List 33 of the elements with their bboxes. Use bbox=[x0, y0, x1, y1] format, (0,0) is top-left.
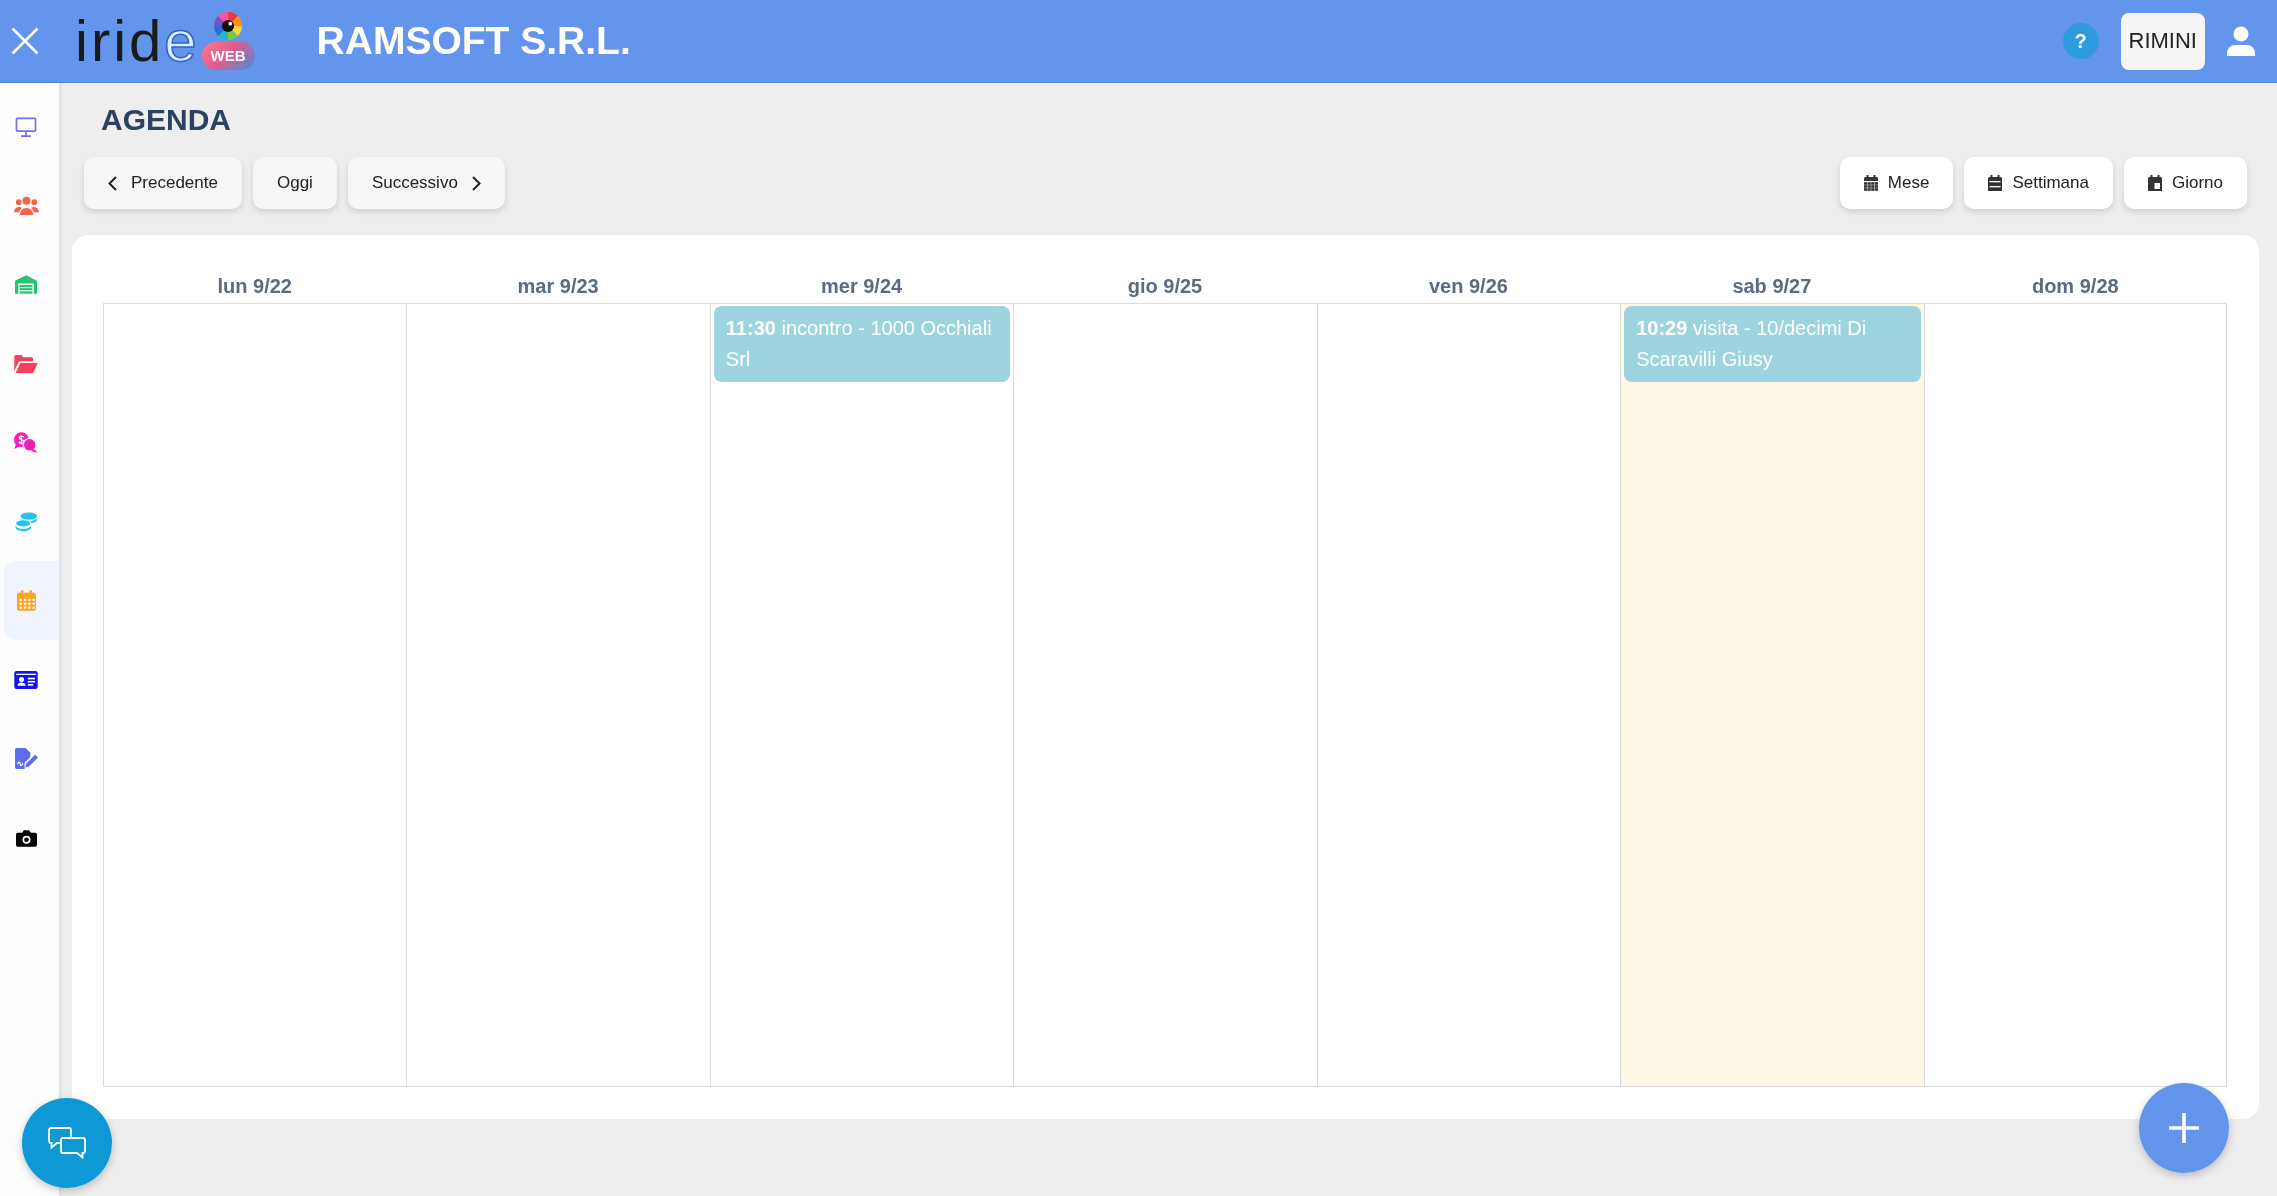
day-header: mer 9/24 bbox=[820, 274, 903, 299]
eye-icon bbox=[214, 12, 243, 40]
add-button[interactable] bbox=[2139, 1083, 2229, 1173]
plus-icon bbox=[2169, 1113, 2199, 1143]
calendar-week-icon bbox=[1988, 175, 2003, 191]
previous-button[interactable]: Precedente bbox=[84, 157, 242, 209]
calendar-grid-icon bbox=[1863, 175, 1878, 191]
close-icon[interactable] bbox=[11, 27, 39, 55]
calendar-day-icon bbox=[2147, 175, 2162, 191]
company-title: RAMSOFT S.R.L. bbox=[316, 19, 631, 63]
page-title: AGENDA bbox=[101, 103, 231, 137]
week-view-button[interactable]: Settimana bbox=[1964, 157, 2113, 209]
today-button[interactable]: Oggi bbox=[252, 157, 337, 209]
logo-badge: WEB bbox=[201, 42, 255, 70]
next-button[interactable]: Successivo bbox=[347, 157, 505, 209]
day-cell[interactable] bbox=[103, 303, 407, 1087]
day-header: ven 9/26 bbox=[1428, 274, 1508, 299]
chevron-left-icon bbox=[108, 175, 117, 191]
logo-wordmark: iride bbox=[75, 12, 200, 70]
chat-bubbles-icon bbox=[48, 1127, 86, 1159]
chevron-right-icon bbox=[471, 175, 481, 191]
day-header: sab 9/27 bbox=[1732, 274, 1812, 299]
user-icon[interactable] bbox=[2227, 26, 2255, 56]
day-header: mar 9/23 bbox=[517, 274, 599, 299]
month-view-button[interactable]: Mese bbox=[1839, 157, 1954, 209]
day-view-button[interactable]: Giorno bbox=[2123, 157, 2247, 209]
day-header: dom 9/28 bbox=[2031, 274, 2119, 299]
day-header: gio 9/25 bbox=[1127, 274, 1203, 299]
branch-button[interactable]: RIMINI bbox=[2120, 12, 2205, 70]
day-cell[interactable] bbox=[1923, 303, 2227, 1087]
day-cell[interactable] bbox=[1013, 303, 1317, 1087]
day-header: lun 9/22 bbox=[217, 274, 292, 299]
day-cell[interactable] bbox=[406, 303, 710, 1087]
